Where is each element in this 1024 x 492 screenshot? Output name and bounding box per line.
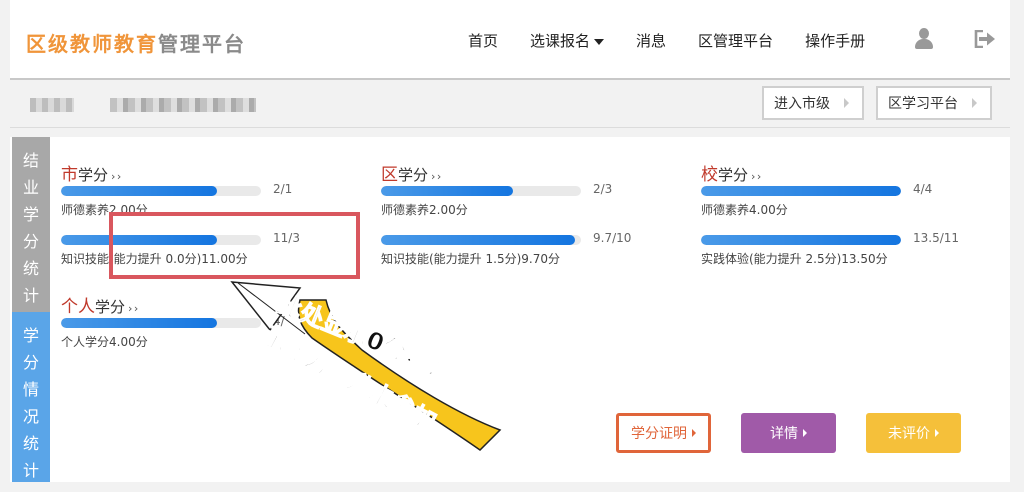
caret-right-icon (803, 429, 807, 437)
credit-desc: 知识技能(能力提升 1.5分)9.70分 (381, 252, 560, 266)
credit-ratio: 4/4 (913, 182, 933, 196)
tab-completion-credits[interactable]: 结业学分统计 (12, 137, 50, 312)
progress-bar (61, 318, 261, 328)
credit-desc: 知识技能(能力提升 0.0分)11.00分 (61, 252, 248, 266)
credit-ratio: 9.7/10 (593, 231, 632, 245)
credit-desc: 师德素养2.00分 (381, 203, 468, 217)
credit-ratio: 11/3 (273, 231, 300, 245)
credit-desc: 个人学分4.00分 (61, 335, 148, 349)
caret-right-icon (692, 429, 696, 437)
tab-credit-status[interactable]: 学分情况统计 (12, 312, 50, 482)
platform-logo[interactable]: 区级教师教育管理平台 (26, 28, 246, 57)
enter-city-label: 进入市级 (774, 96, 830, 112)
credit-panel: 结业学分统计 学分情况统计 市学分 › › 2/1 师德素养2.00分 11/3 … (10, 137, 1010, 482)
breadcrumb-strip: 进入市级 区学习平台 (10, 82, 1010, 128)
credit-desc: 实践体验(能力提升 2.5分)13.50分 (701, 252, 888, 266)
credit-ratio: 2/3 (593, 182, 613, 196)
main-nav: 首页 选课报名 消息 区管理平台 操作手册 (468, 30, 897, 51)
school-credit-group: 校学分 › › 4/4 师德素养4.00分 13.5/11 实践体验(能力提升 2… (701, 160, 991, 280)
chevron-right-icon (844, 98, 849, 108)
redacted-username (30, 98, 74, 112)
city-credit-group: 市学分 › › 2/1 师德素养2.00分 11/3 知识技能(能力提升 0.0分… (61, 160, 341, 280)
unevaluated-label: 未评价 (888, 426, 930, 442)
district-learning-button[interactable]: 区学习平台 (876, 86, 992, 120)
nav-home[interactable]: 首页 (468, 30, 498, 51)
school-credit-title[interactable]: 校学分 › › (701, 160, 991, 185)
certificate-label: 学分证明 (631, 426, 687, 442)
enter-city-button[interactable]: 进入市级 (762, 86, 864, 120)
logo-text-primary: 区级教师教育 (26, 32, 158, 56)
details-label: 详情 (770, 426, 798, 442)
redacted-school-name (110, 98, 256, 112)
personal-credit-group: 个人学分 › › 4/ 个人学分4.00分 (61, 292, 341, 363)
progress-bar (381, 186, 581, 196)
chevron-right-icon (972, 98, 977, 108)
credit-row: 4/ 个人学分4.00分 (61, 314, 341, 363)
personal-credit-title[interactable]: 个人学分 › › (61, 292, 341, 317)
credit-row: 2/3 师德素养2.00分 (381, 182, 661, 231)
credit-row: 11/3 知识技能(能力提升 0.0分)11.00分 (61, 231, 341, 280)
credit-desc: 师德素养4.00分 (701, 203, 788, 217)
progress-bar (61, 186, 261, 196)
progress-bar (381, 235, 581, 245)
city-credit-title[interactable]: 市学分 › › (61, 160, 341, 185)
nav-messages[interactable]: 消息 (636, 30, 666, 51)
details-button[interactable]: 详情 (741, 413, 836, 453)
tab-completion-label: 结业学分统计 (23, 151, 40, 305)
nav-manual[interactable]: 操作手册 (805, 30, 865, 51)
credit-row: 13.5/11 实践体验(能力提升 2.5分)13.50分 (701, 231, 991, 280)
top-header: 区级教师教育管理平台 首页 选课报名 消息 区管理平台 操作手册 (10, 0, 1010, 80)
credit-row: 4/4 师德素养4.00分 (701, 182, 991, 231)
credit-ratio: 2/1 (273, 182, 293, 196)
logo-text-secondary: 管理平台 (158, 32, 246, 56)
nav-enroll-dropdown[interactable]: 选课报名 (530, 30, 605, 51)
credit-certificate-button[interactable]: 学分证明 (616, 413, 711, 453)
logout-icon[interactable] (974, 29, 996, 49)
district-learning-label: 区学习平台 (888, 96, 958, 112)
user-icon[interactable] (914, 28, 934, 50)
district-credit-group: 区学分 › › 2/3 师德素养2.00分 9.7/10 知识技能(能力提升 1.… (381, 160, 661, 280)
caret-down-icon (594, 38, 605, 45)
caret-right-icon (935, 429, 939, 437)
progress-bar (701, 235, 901, 245)
credit-row: 9.7/10 知识技能(能力提升 1.5分)9.70分 (381, 231, 661, 280)
credit-row: 2/1 师德素养2.00分 (61, 182, 341, 231)
credit-ratio: 13.5/11 (913, 231, 960, 245)
credit-ratio: 4/ (273, 314, 285, 328)
district-credit-title[interactable]: 区学分 › › (381, 160, 661, 185)
credit-desc: 师德素养2.00分 (61, 203, 148, 217)
unevaluated-button[interactable]: 未评价 (866, 413, 961, 453)
progress-bar (61, 235, 261, 245)
progress-bar (701, 186, 901, 196)
tab-status-label: 学分情况统计 (23, 326, 40, 480)
nav-district-platform[interactable]: 区管理平台 (698, 30, 773, 51)
nav-enroll-label: 选课报名 (530, 32, 591, 50)
